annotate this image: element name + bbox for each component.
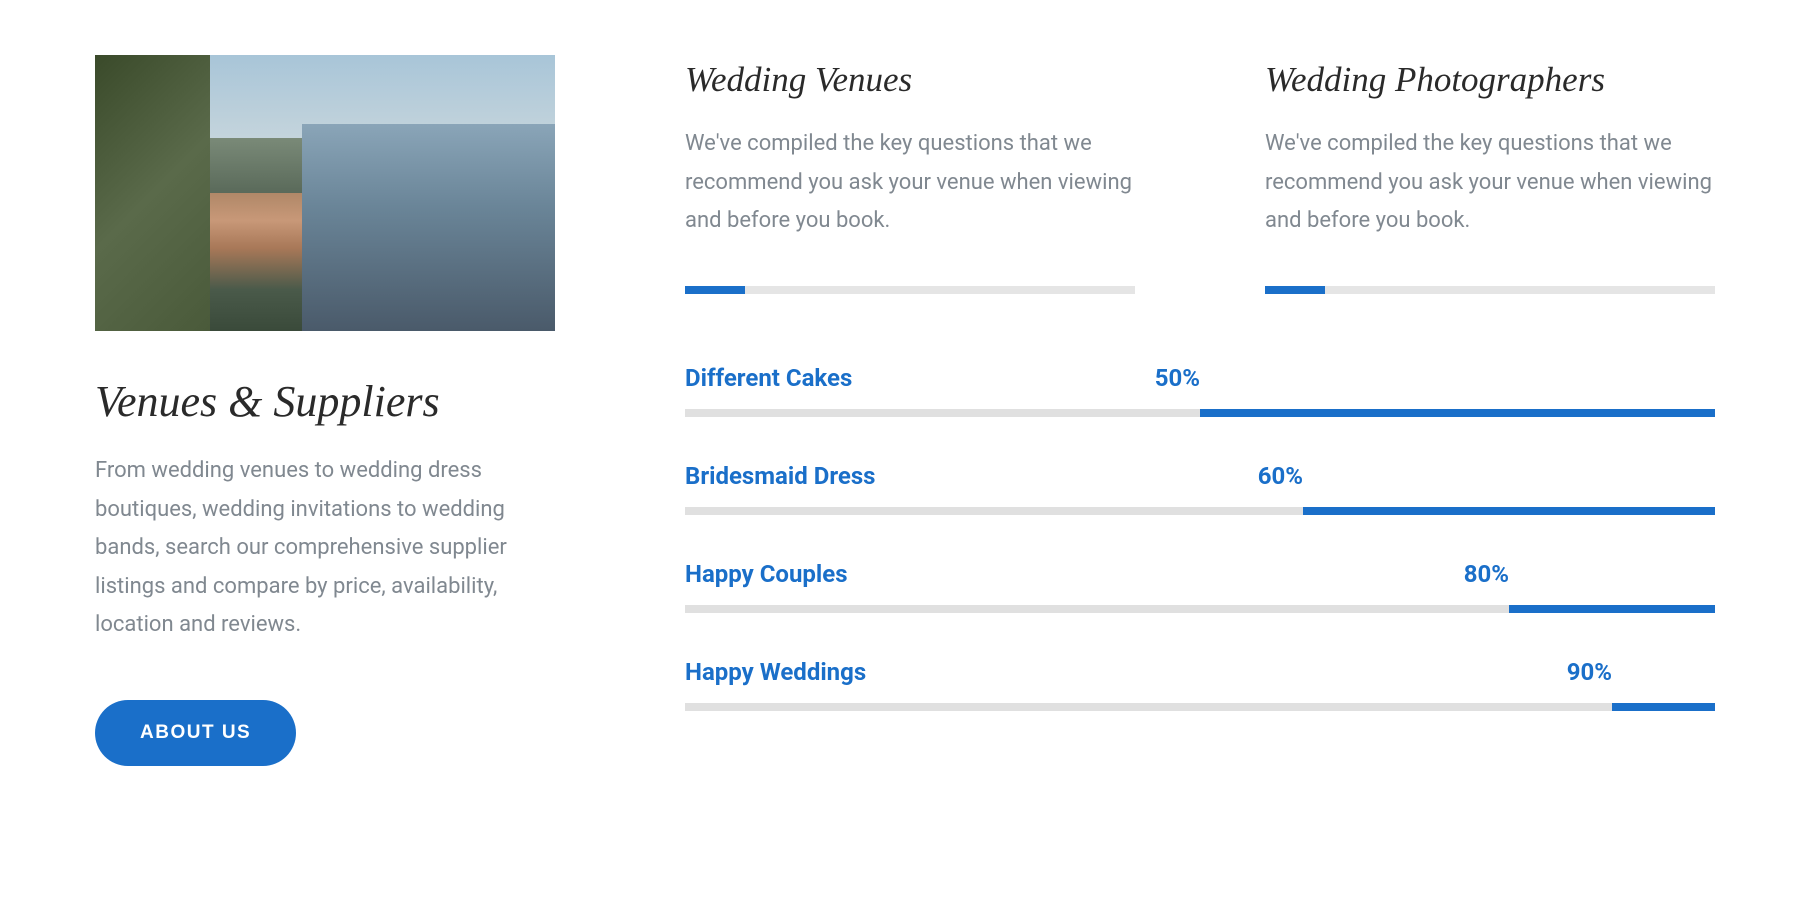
progress-bar-fill — [1200, 409, 1715, 417]
progress-bar-label: Happy Weddings — [685, 658, 866, 686]
progress-bar-header: Happy Weddings 90% — [685, 658, 1715, 693]
card-wedding-photographers: Wedding Photographers We've compiled the… — [1265, 60, 1715, 294]
card-body: We've compiled the key questions that we… — [685, 125, 1135, 241]
progress-bar-item: Happy Couples 80% — [685, 560, 1715, 613]
progress-bar-fill — [1303, 507, 1715, 515]
progress-bar-track — [685, 605, 1715, 613]
card-title: Wedding Venues — [685, 60, 1135, 100]
about-us-button[interactable]: ABOUT US — [95, 700, 296, 766]
progress-bar-label: Happy Couples — [685, 560, 848, 588]
progress-bar-percent: 60% — [1258, 462, 1303, 490]
progress-bar-fill — [1509, 605, 1715, 613]
progress-bars: Different Cakes 50% Bridesmaid Dress 60% Hap… — [685, 364, 1715, 711]
section-body: From wedding venues to wedding dress bou… — [95, 452, 555, 645]
card-wedding-venues: Wedding Venues We've compiled the key qu… — [685, 60, 1135, 294]
progress-bar-track — [685, 703, 1715, 711]
card-divider — [1265, 286, 1715, 294]
left-column: Venues & Suppliers From wedding venues t… — [95, 55, 555, 766]
progress-bar-percent: 90% — [1567, 658, 1612, 686]
progress-bar-track — [685, 507, 1715, 515]
progress-bar-percent: 80% — [1464, 560, 1509, 588]
progress-bar-fill — [1612, 703, 1715, 711]
progress-bar-header: Different Cakes 50% — [685, 364, 1715, 399]
progress-bar-percent: 50% — [1155, 364, 1200, 392]
progress-bar-item: Happy Weddings 90% — [685, 658, 1715, 711]
progress-bar-header: Bridesmaid Dress 60% — [685, 462, 1715, 497]
progress-bar-item: Bridesmaid Dress 60% — [685, 462, 1715, 515]
card-body: We've compiled the key questions that we… — [1265, 125, 1715, 241]
progress-bar-item: Different Cakes 50% — [685, 364, 1715, 417]
progress-bar-label: Bridesmaid Dress — [685, 462, 876, 490]
progress-bar-track — [685, 409, 1715, 417]
card-divider — [685, 286, 1135, 294]
progress-bar-header: Happy Couples 80% — [685, 560, 1715, 595]
card-title: Wedding Photographers — [1265, 60, 1715, 100]
section-title: Venues & Suppliers — [95, 376, 555, 427]
right-column: Wedding Venues We've compiled the key qu… — [685, 55, 1715, 766]
hero-image — [95, 55, 555, 331]
cards-row: Wedding Venues We've compiled the key qu… — [685, 60, 1715, 294]
progress-bar-label: Different Cakes — [685, 364, 852, 392]
